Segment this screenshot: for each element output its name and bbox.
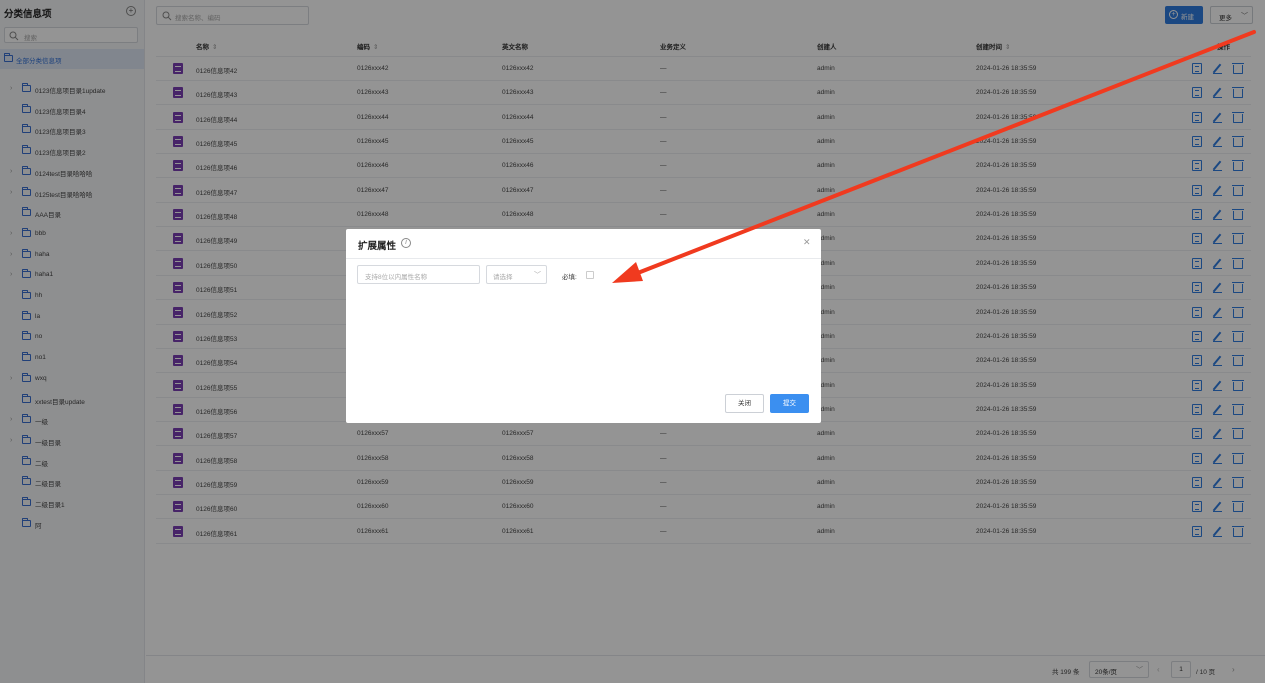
attribute-name-input[interactable]: 支持8位以内属性名称 — [357, 265, 480, 284]
close-button[interactable]: 关闭 — [725, 394, 764, 413]
attribute-name-placeholder: 支持8位以内属性名称 — [365, 274, 428, 281]
attribute-type-select[interactable]: 请选择 ﹀ — [486, 265, 547, 284]
required-checkbox[interactable] — [586, 271, 594, 279]
info-icon[interactable]: i — [401, 238, 411, 248]
close-icon[interactable]: ✕ — [803, 237, 811, 248]
divider — [346, 258, 821, 259]
required-label: 必填: — [562, 274, 577, 281]
modal-title: 扩展属性 — [358, 241, 397, 252]
chevron-down-icon: ﹀ — [534, 272, 541, 279]
extended-attributes-modal: 扩展属性 i ✕ 支持8位以内属性名称 请选择 ﹀ 必填: 关闭 提交 — [346, 229, 821, 423]
submit-button[interactable]: 提交 — [770, 394, 809, 413]
attribute-type-placeholder: 请选择 — [493, 274, 513, 281]
